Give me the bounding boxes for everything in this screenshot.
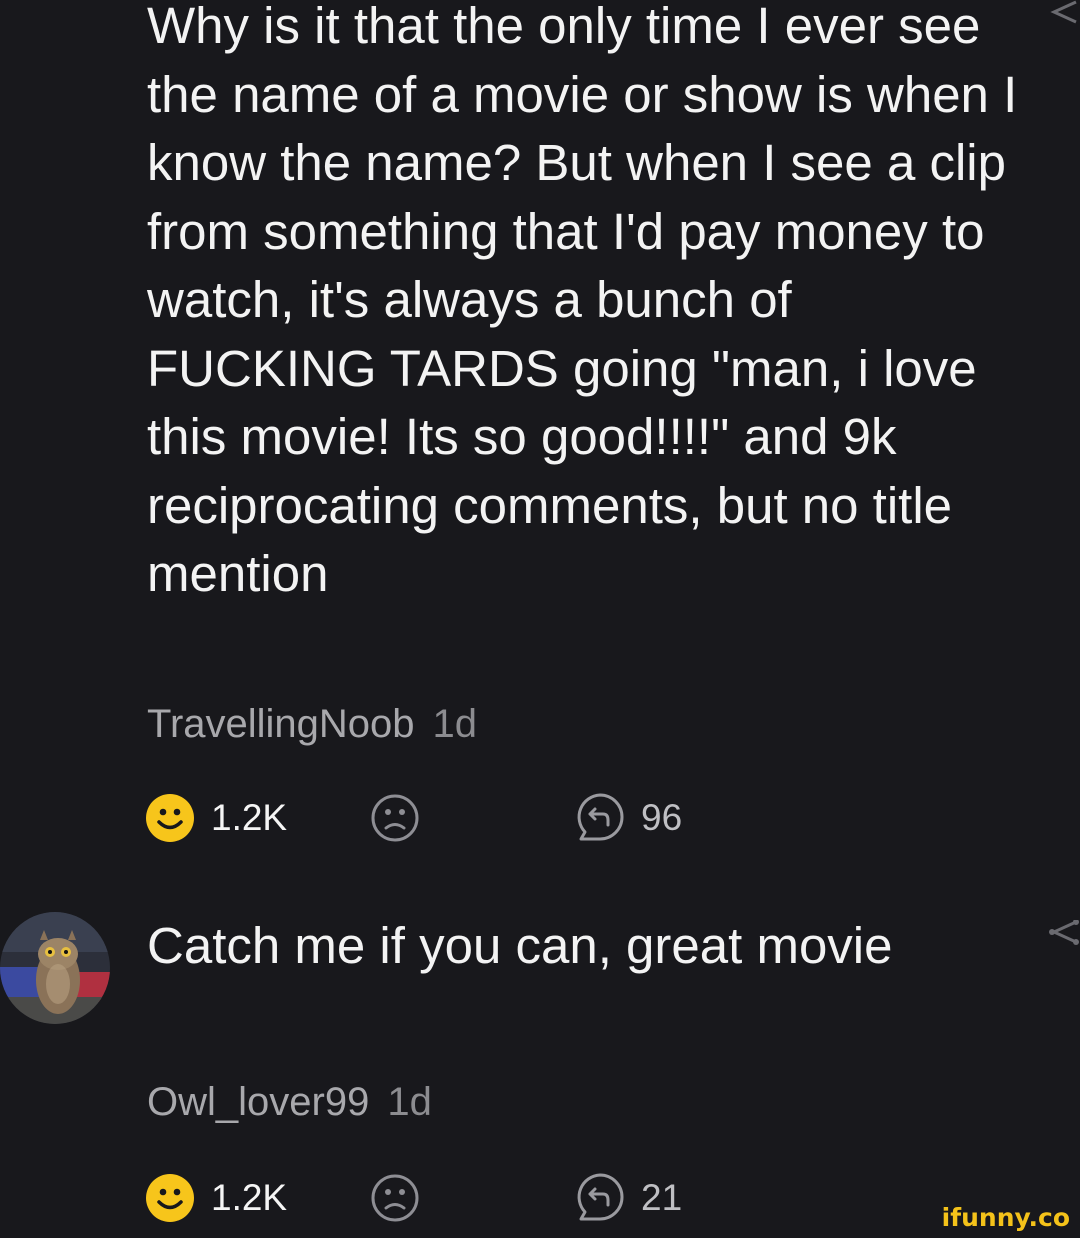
- comment-meta: TravellingNoob 1d: [147, 702, 477, 747]
- share-icon[interactable]: [1040, 0, 1080, 26]
- reply-button[interactable]: 96: [575, 792, 682, 844]
- comment-text: Why is it that the only time I ever see …: [147, 0, 1018, 602]
- frown-icon: [371, 794, 419, 842]
- smile-button[interactable]: 1.2K: [145, 792, 287, 844]
- avatar[interactable]: [0, 912, 110, 1024]
- timestamp: 1d: [387, 1080, 432, 1124]
- reply-count: 96: [641, 797, 683, 838]
- smile-count: 1.2K: [211, 1177, 288, 1218]
- reply-count: 21: [641, 1177, 683, 1218]
- smile-icon: [146, 1174, 194, 1222]
- unsmile-button[interactable]: [370, 1172, 420, 1224]
- unsmile-button[interactable]: [370, 792, 420, 844]
- comment-text: Catch me if you can, great movie: [147, 917, 893, 974]
- username[interactable]: Owl_lover99: [147, 1080, 369, 1124]
- comment-meta: Owl_lover99 1d: [147, 1080, 432, 1125]
- smile-count: 1.2K: [211, 797, 288, 838]
- smile-button[interactable]: 1.2K: [145, 1172, 287, 1224]
- reply-icon: [577, 793, 624, 841]
- watermark: ifunny.co: [941, 1203, 1070, 1232]
- share-icon[interactable]: [1040, 920, 1080, 946]
- reply-button[interactable]: 21: [575, 1172, 682, 1224]
- reply-icon: [577, 1173, 624, 1221]
- smile-icon: [146, 794, 194, 842]
- username[interactable]: TravellingNoob: [147, 702, 415, 746]
- timestamp: 1d: [432, 702, 478, 746]
- frown-icon: [371, 1174, 419, 1222]
